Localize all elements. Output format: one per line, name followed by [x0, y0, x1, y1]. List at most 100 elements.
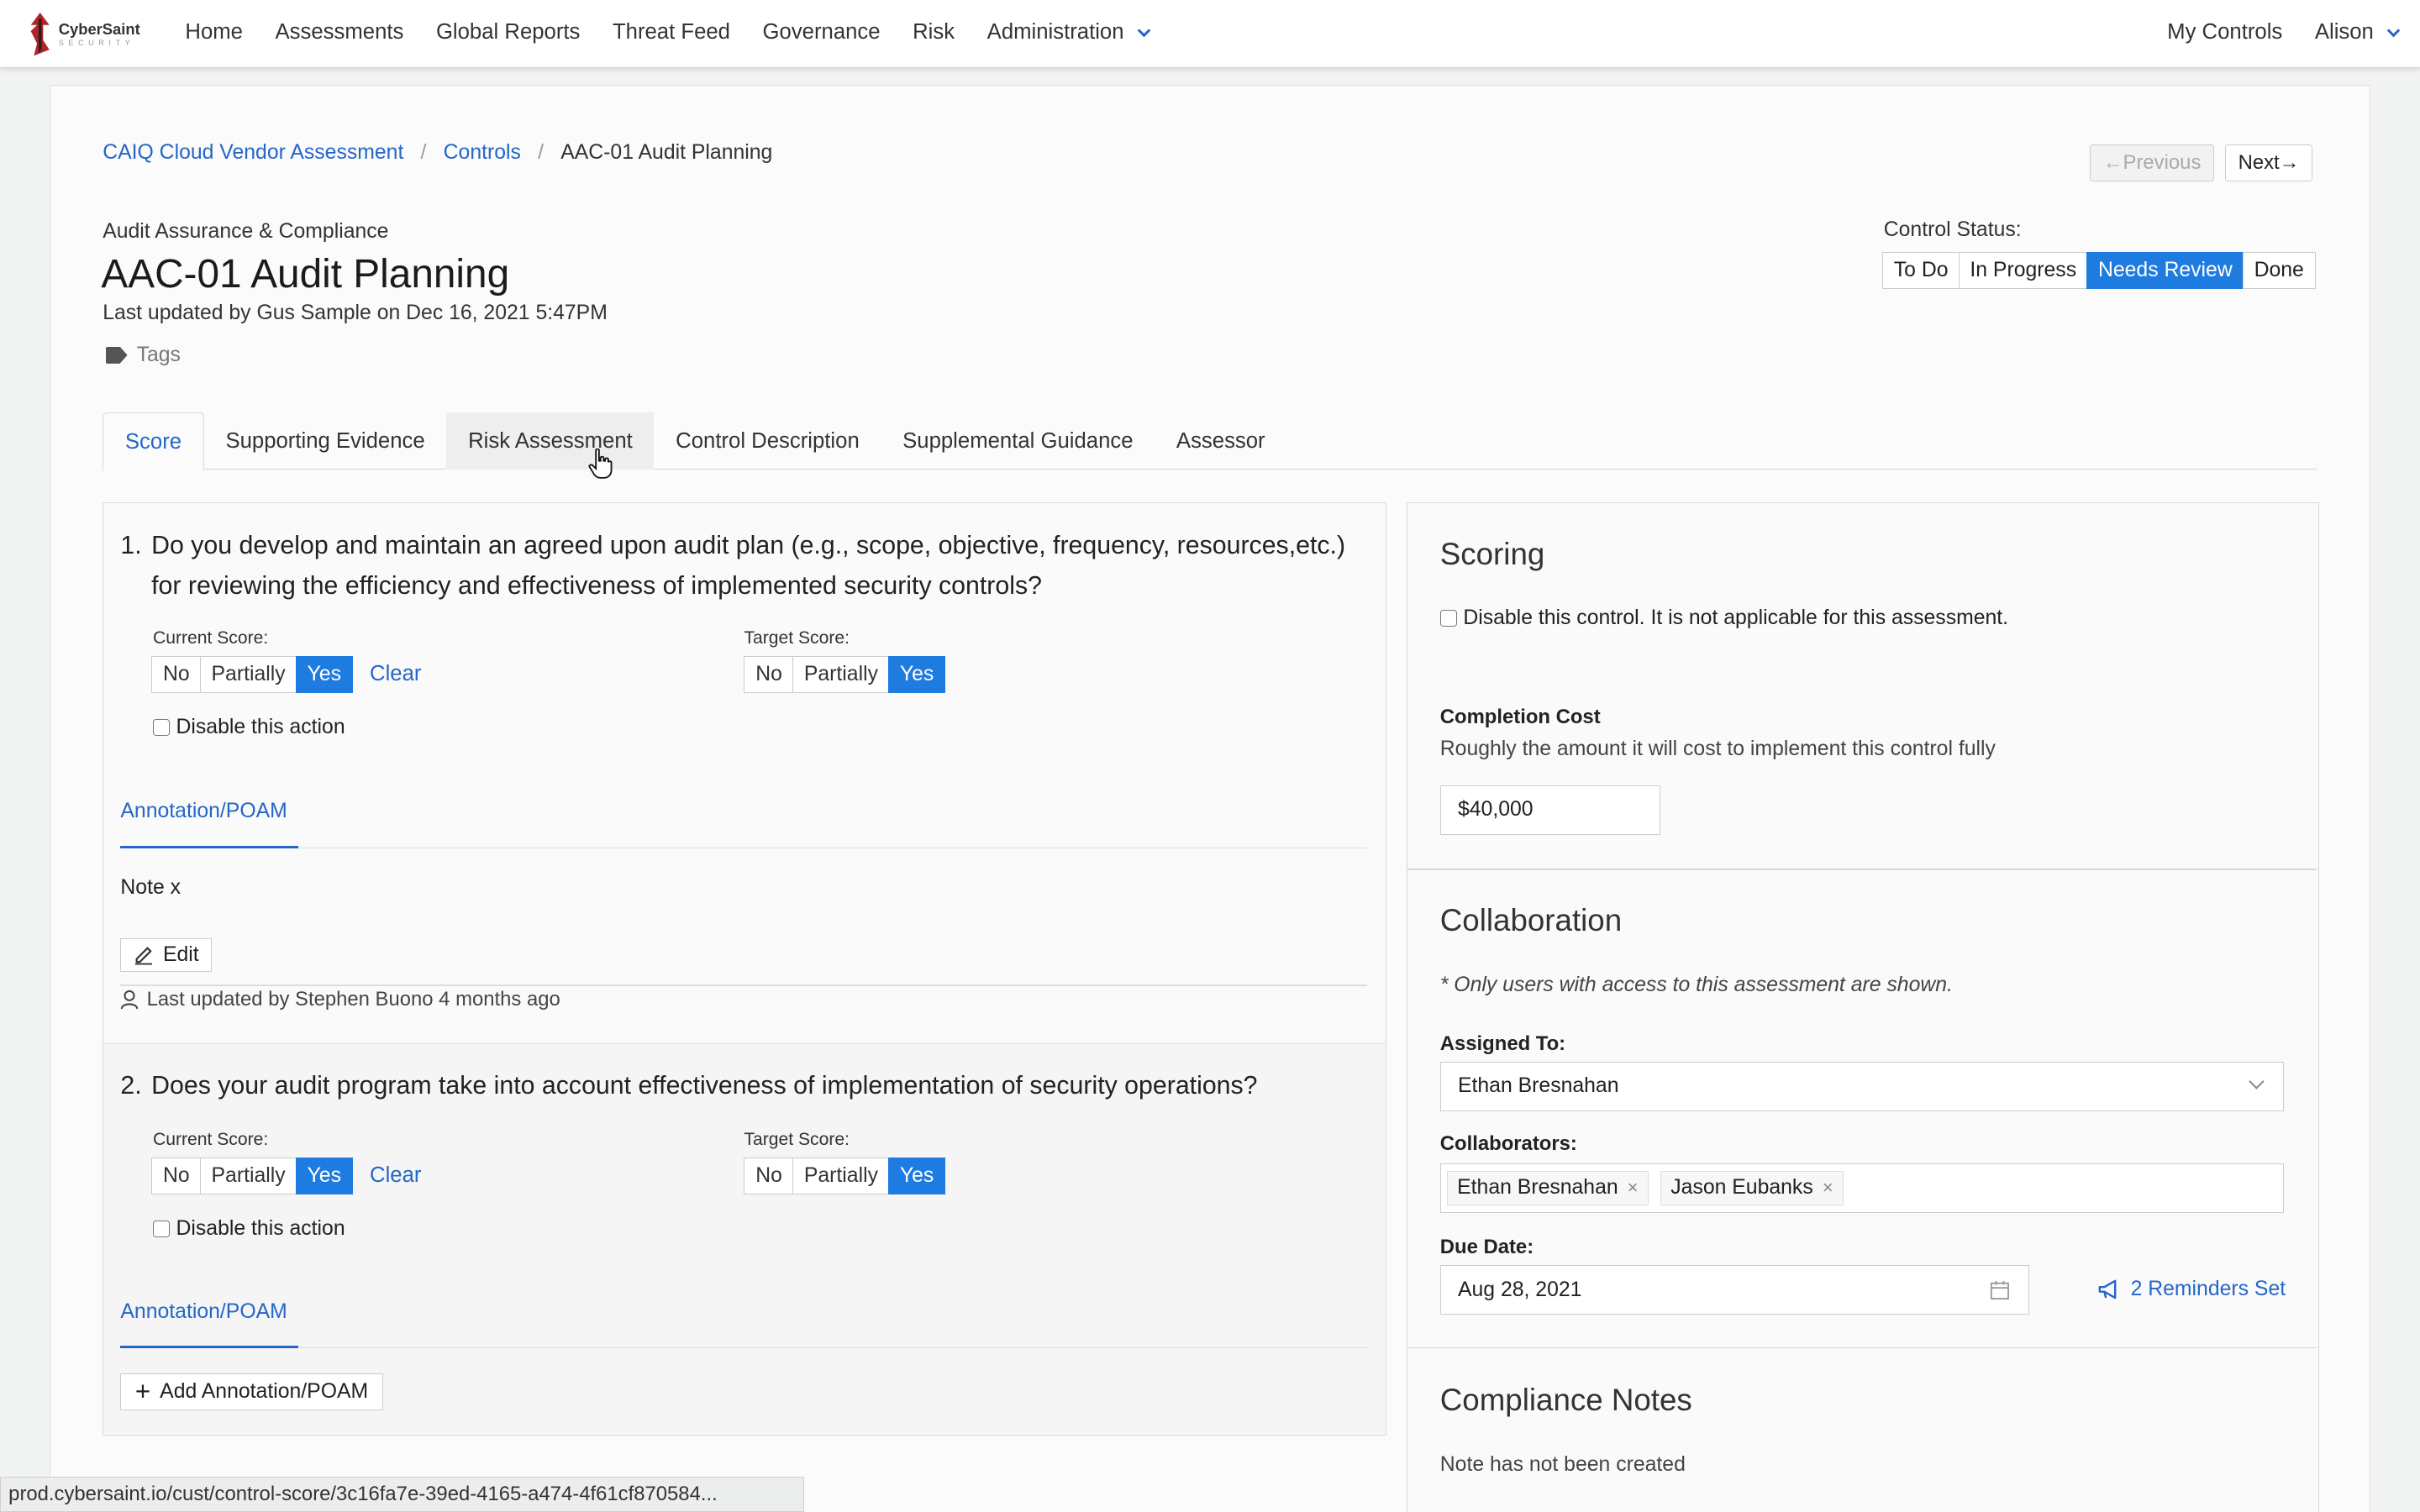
questions-panel: 1. Do you develop and maintain an agreed… — [103, 501, 1387, 1436]
score-no-button[interactable]: No — [151, 655, 202, 693]
control-status-group: To Do In Progress Needs Review Done — [1881, 252, 2316, 290]
target-yes-button[interactable]: Yes — [887, 1157, 946, 1194]
control-status-label: Control Status: — [1883, 218, 2022, 241]
cybersaint-logo-icon — [30, 12, 50, 56]
annotation-tab[interactable]: Annotation/POAM — [120, 1300, 287, 1324]
nav-my-controls[interactable]: My Controls — [2167, 20, 2282, 45]
status-done-button[interactable]: Done — [2242, 252, 2316, 290]
breadcrumb-separator: / — [538, 141, 544, 165]
target-no-button[interactable]: No — [744, 655, 794, 693]
reminders-label: 2 Reminders Set — [2130, 1277, 2286, 1300]
annotation-last-updated: Last updated by Stephen Buono 4 months a… — [120, 988, 560, 1011]
tab-risk-assessment[interactable]: Risk Assessment — [446, 412, 655, 470]
assigned-to-select[interactable]: Ethan Bresnahan — [1439, 1061, 2285, 1111]
due-date-input[interactable]: Aug 28, 2021 — [1439, 1265, 2030, 1315]
collaborator-chip: Jason Eubanks × — [1660, 1171, 1844, 1205]
question-text: Does your audit program take into accoun… — [151, 1072, 1258, 1100]
current-score-label: Current Score: — [152, 627, 269, 648]
brand-name: CyberSaint — [58, 20, 140, 39]
nav-assessments[interactable]: Assessments — [276, 20, 404, 45]
target-score-label: Target Score: — [744, 1129, 850, 1149]
add-annotation-button[interactable]: + Add Annotation/POAM — [120, 1373, 383, 1410]
completion-cost-label: Completion Cost — [1439, 705, 1601, 728]
nav-risk[interactable]: Risk — [913, 20, 955, 45]
score-yes-button[interactable]: Yes — [295, 655, 353, 693]
annotation-tab[interactable]: Annotation/POAM — [120, 800, 287, 823]
due-date-label: Due Date: — [1439, 1236, 1534, 1259]
collaborator-name: Ethan Bresnahan — [1457, 1176, 1618, 1200]
next-button[interactable]: Next → — [2224, 144, 2313, 181]
assigned-to-label: Assigned To: — [1439, 1032, 1566, 1055]
clear-score-link[interactable]: Clear — [370, 1163, 421, 1188]
nav-threat-feed[interactable]: Threat Feed — [613, 20, 730, 45]
status-in-progress-button[interactable]: In Progress — [1958, 252, 2088, 290]
score-partially-button[interactable]: Partially — [199, 655, 297, 693]
collaborator-chip: Ethan Bresnahan × — [1447, 1171, 1649, 1205]
user-icon — [121, 990, 139, 1009]
megaphone-icon — [2098, 1279, 2117, 1299]
remove-icon[interactable]: × — [1823, 1177, 1833, 1199]
arrow-left-icon: ← — [2102, 150, 2123, 174]
target-partially-button[interactable]: Partially — [792, 1157, 890, 1194]
tab-score[interactable]: Score — [103, 412, 204, 472]
disable-control-label: Disable this control. It is not applicab… — [1463, 606, 2009, 629]
edit-annotation-button[interactable]: Edit — [120, 937, 213, 973]
nav-governance[interactable]: Governance — [763, 20, 881, 45]
chevron-down-icon — [1137, 24, 1151, 38]
control-tabs: Score Supporting Evidence Risk Assessmen… — [103, 412, 2317, 472]
arrow-right-icon: → — [2279, 150, 2300, 174]
tab-control-description[interactable]: Control Description — [654, 412, 881, 470]
score-partially-button[interactable]: Partially — [199, 1157, 297, 1194]
annotation-note: Note x — [120, 876, 182, 900]
reminders-link[interactable]: 2 Reminders Set — [2098, 1278, 2286, 1301]
disable-action-checkbox[interactable]: Disable this action — [152, 1217, 345, 1241]
disable-control-checkbox[interactable]: Disable this control. It is not applicab… — [1439, 606, 2009, 630]
question-2: 2. Does your audit program take into acc… — [120, 1066, 1355, 1106]
remove-icon[interactable]: × — [1628, 1177, 1639, 1199]
nav-administration[interactable]: Administration — [987, 20, 1151, 45]
nav-home[interactable]: Home — [185, 20, 243, 45]
target-partially-button[interactable]: Partially — [792, 655, 890, 693]
tab-supporting-evidence[interactable]: Supporting Evidence — [204, 412, 447, 470]
tab-assessor[interactable]: Assessor — [1155, 412, 1286, 470]
collaboration-title: Collaboration — [1439, 902, 1623, 937]
collaborators-input[interactable]: Ethan Bresnahan × Jason Eubanks × — [1439, 1163, 2285, 1213]
tags-label: Tags — [136, 343, 181, 366]
chevron-down-icon — [2386, 24, 2401, 38]
tab-supplemental-guidance[interactable]: Supplemental Guidance — [881, 412, 1155, 470]
tags-button[interactable]: Tags — [105, 343, 181, 367]
score-yes-button[interactable]: Yes — [295, 1157, 353, 1194]
breadcrumb-assessment[interactable]: CAIQ Cloud Vendor Assessment — [103, 141, 403, 165]
checkbox[interactable] — [152, 1221, 171, 1238]
due-date-value: Aug 28, 2021 — [1457, 1278, 1582, 1301]
score-no-button[interactable]: No — [151, 1157, 202, 1194]
target-yes-button[interactable]: Yes — [887, 655, 946, 693]
annotation-tab-underline — [120, 845, 298, 849]
target-score-group: No Partially Yes — [744, 1157, 946, 1194]
user-menu[interactable]: Alison — [2315, 20, 2401, 45]
disable-action-checkbox[interactable]: Disable this action — [152, 716, 345, 739]
completion-cost-help: Roughly the amount it will cost to imple… — [1439, 738, 1996, 761]
breadcrumb: CAIQ Cloud Vendor Assessment / Controls … — [103, 141, 772, 165]
brand-logo[interactable]: CyberSaint SECURITY — [28, 12, 140, 56]
previous-label: Previous — [2123, 150, 2202, 174]
checkbox[interactable] — [1439, 609, 1457, 627]
current-score-group: No Partially Yes Clear — [151, 1157, 421, 1194]
target-score-group: No Partially Yes — [744, 655, 946, 693]
target-score-label: Target Score: — [744, 627, 850, 648]
control-category: Audit Assurance & Compliance — [103, 219, 389, 243]
annotation-divider — [120, 1347, 1368, 1349]
nav-global-reports[interactable]: Global Reports — [436, 20, 580, 45]
target-no-button[interactable]: No — [744, 1157, 794, 1194]
breadcrumb-controls[interactable]: Controls — [444, 141, 521, 165]
clear-score-link[interactable]: Clear — [370, 662, 421, 686]
current-score-group: No Partially Yes Clear — [151, 655, 421, 693]
previous-button[interactable]: ← Previous — [2090, 144, 2215, 181]
collaboration-note: * Only users with access to this assessm… — [1439, 974, 1953, 997]
completion-cost-input[interactable]: $40,000 — [1439, 785, 1661, 835]
hand-cursor-icon — [588, 449, 613, 480]
status-todo-button[interactable]: To Do — [1881, 252, 1960, 290]
scoring-title: Scoring — [1439, 537, 1545, 572]
status-needs-review-button[interactable]: Needs Review — [2086, 252, 2244, 290]
checkbox[interactable] — [152, 719, 171, 737]
